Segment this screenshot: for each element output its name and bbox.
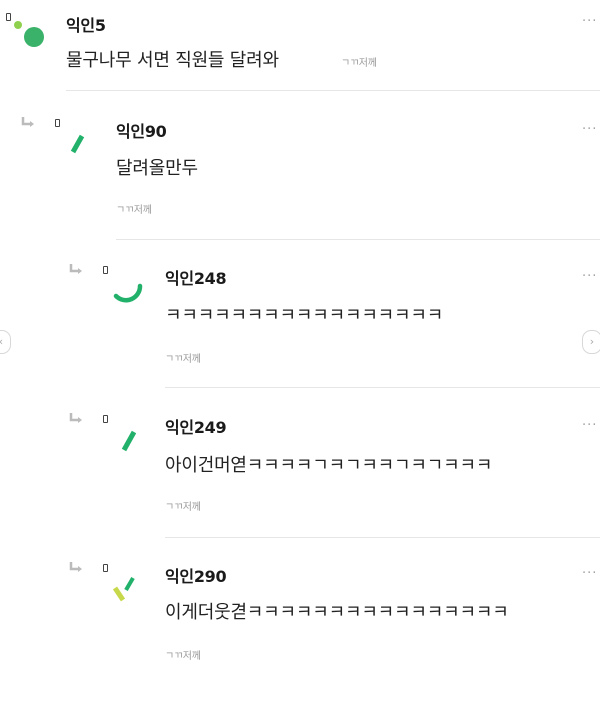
comment-author[interactable]: 익인5 [66, 12, 106, 36]
divider [116, 239, 600, 240]
comment-time: ㄱㄲ저께 [165, 502, 201, 513]
avatar [70, 134, 85, 154]
comment-text: 이게더웃겯ㅋㅋㅋㅋㅋㅋㅋㅋㅋㅋㅋㅋㅋㅋㅋㅋ [165, 602, 509, 623]
comment-author[interactable]: 익인249 [165, 414, 227, 438]
comment-text: 달려올만두 [116, 158, 198, 179]
divider [165, 537, 600, 538]
reply-arrow-icon [69, 413, 82, 423]
divider [165, 387, 600, 388]
comment-time: ㄱㄲ저께 [165, 651, 201, 662]
reply-arrow-icon [69, 562, 82, 572]
comment-author[interactable]: 익인248 [165, 265, 227, 289]
comment-time: ㄱㄲ저께 [341, 58, 377, 69]
comment-time: ㄱㄲ저께 [165, 354, 201, 365]
comment-text: ㅋㅋㅋㅋㅋㅋㅋㅋㅋㅋㅋㅋㅋㅋㅋㅋㅋ [165, 305, 444, 326]
reply-arrow-icon [69, 264, 82, 274]
prev-page-button[interactable]: ‹ [0, 330, 11, 354]
avatar [113, 283, 143, 303]
avatar [14, 21, 44, 47]
author-marker-icon [55, 119, 60, 127]
avatar [121, 430, 137, 452]
more-options-button[interactable]: ··· [582, 566, 597, 581]
next-page-button[interactable]: › [582, 330, 600, 354]
more-options-button[interactable]: ··· [582, 418, 597, 433]
comment-author[interactable]: 익인90 [116, 118, 167, 142]
avatar [112, 576, 135, 602]
comment-text: 물구나무 서면 직원들 달려와 [66, 50, 279, 71]
more-options-button[interactable]: ··· [582, 269, 597, 284]
more-options-button[interactable]: ··· [582, 14, 597, 29]
more-options-button[interactable]: ··· [582, 122, 597, 137]
divider [66, 90, 600, 91]
reply-arrow-icon [21, 117, 34, 127]
comment-time: ㄱㄲ저께 [116, 205, 152, 216]
author-marker-icon [103, 415, 108, 423]
comment-author[interactable]: 익인290 [165, 563, 227, 587]
comment-text: 아이건머엳ㅋㅋㅋㅋㄱㅋㄱㅋㅋㄱㅋㄱㅋㅋㅋ [165, 455, 493, 476]
